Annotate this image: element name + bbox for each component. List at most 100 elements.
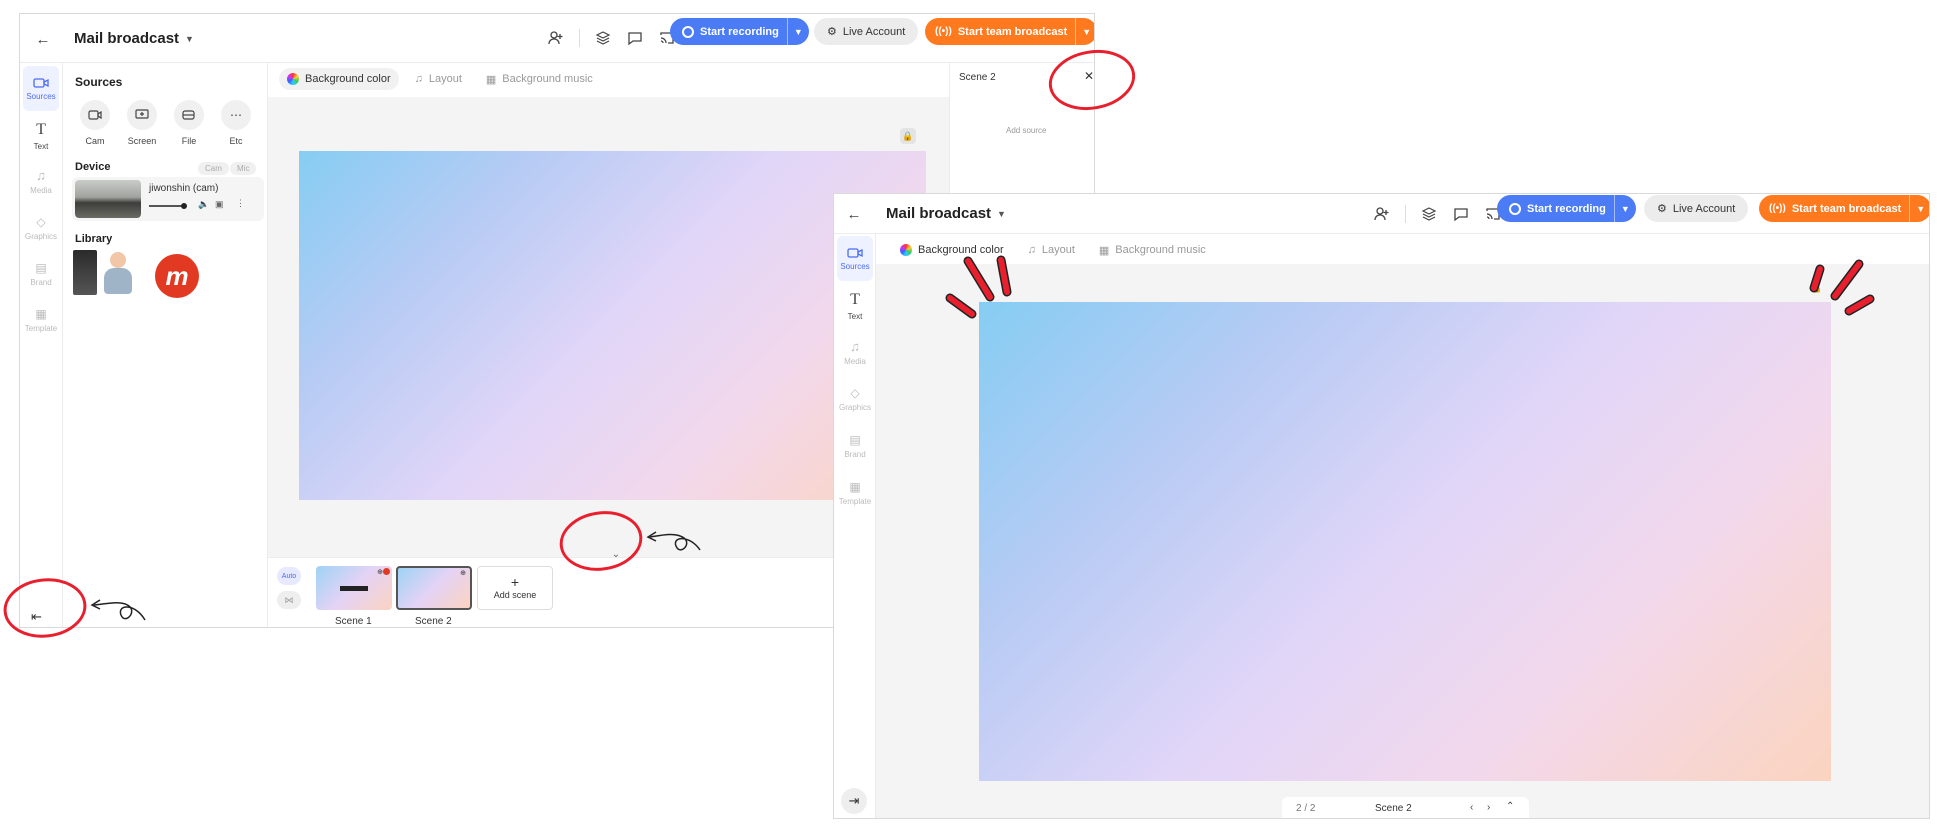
brand-icon: ▤ [849, 432, 861, 447]
chevron-down-icon[interactable]: ▼ [1075, 18, 1094, 45]
rail-item-graphics[interactable]: ◇ Graphics [837, 376, 873, 421]
chevron-up-icon[interactable]: ⌃ [1506, 801, 1514, 812]
device-name: jiwonshin (cam) [149, 183, 219, 194]
broadcast-icon: ((•)) [935, 26, 952, 37]
more-icon: ⋯ [230, 108, 242, 122]
slider-knob[interactable] [181, 203, 187, 209]
top-bar: ← Mail broadcast ▼ Start recording ▼ ⚙ L… [834, 194, 1929, 234]
add-source-link[interactable]: Add source [1006, 126, 1046, 135]
more-icon[interactable]: ⋮ [236, 198, 245, 209]
rail-item-graphics[interactable]: ◇ Graphics [23, 205, 59, 250]
chat-icon[interactable] [1452, 205, 1470, 223]
editor-window-expanded-view: ← Mail broadcast ▼ Start recording ▼ ⚙ L… [833, 193, 1930, 819]
page-counter: 2 / 2 [1296, 803, 1316, 814]
add-etc-button[interactable]: ⋯ Etc [216, 100, 256, 146]
rail-item-brand[interactable]: ▤ Brand [23, 251, 59, 296]
layers-icon[interactable] [594, 29, 612, 47]
speaker-icon[interactable]: 🔈 [198, 199, 209, 210]
start-recording-button[interactable]: Start recording ▼ [1497, 195, 1636, 222]
delete-icon[interactable] [383, 568, 390, 575]
add-file-button[interactable]: File [169, 100, 209, 146]
plus-icon: + [510, 574, 520, 590]
start-recording-label: Start recording [700, 25, 779, 38]
scene-canvas[interactable] [979, 302, 1831, 781]
broadcast-title[interactable]: Mail broadcast ▼ [74, 30, 194, 47]
rail-item-sources[interactable]: Sources [837, 236, 873, 281]
add-user-icon[interactable] [1373, 205, 1391, 223]
rail-label: Media [844, 357, 866, 366]
layers-icon[interactable] [1420, 205, 1438, 223]
device-tab-mic[interactable]: Mic [230, 162, 257, 175]
device-tab-cam[interactable]: Cam [198, 162, 229, 175]
text-icon: T [36, 120, 46, 138]
start-team-broadcast-button[interactable]: ((•)) Start team broadcast ▼ [925, 18, 1094, 45]
add-screen-button[interactable]: Screen [122, 100, 162, 146]
start-team-broadcast-button[interactable]: ((•)) Start team broadcast ▼ [1759, 195, 1929, 222]
rail-item-brand[interactable]: ▤ Brand [837, 423, 873, 468]
rail-label: Brand [30, 277, 52, 287]
scene-thumbnail-2[interactable]: ⊕ [396, 566, 472, 610]
scene-1-label: Scene 1 [335, 616, 372, 627]
rail-item-media[interactable]: ♫ Media [837, 330, 873, 375]
rail-item-sources[interactable]: Sources [23, 66, 59, 111]
next-scene-icon[interactable]: › [1487, 802, 1490, 813]
music-note-icon: ♫ [414, 73, 423, 85]
chevron-down-icon[interactable]: ▼ [1613, 195, 1636, 222]
background-color-tab[interactable]: Background color [279, 68, 399, 90]
rail-label: Graphics [24, 231, 57, 241]
scene-name: Scene 2 [1375, 803, 1412, 814]
video-icon[interactable]: ▣ [215, 199, 224, 210]
camera-preview-thumbnail [75, 180, 141, 218]
broadcast-title-text: Mail broadcast [886, 205, 992, 222]
chevron-down-icon[interactable]: ▼ [1909, 195, 1929, 222]
back-button[interactable]: ← [32, 28, 54, 50]
prev-scene-icon[interactable]: ‹ [1470, 802, 1473, 813]
rail-item-media[interactable]: ♫ Media [23, 159, 59, 204]
back-button[interactable]: ← [843, 203, 865, 225]
live-account-button[interactable]: ⚙ Live Account [1644, 195, 1749, 222]
library-item-avatar[interactable] [100, 250, 138, 295]
scene-thumbnail-1[interactable]: ⊕ [316, 566, 392, 610]
auto-toggle[interactable]: Auto [277, 567, 301, 585]
device-card[interactable]: jiwonshin (cam) 🔈 ▣ ⋮ [72, 177, 264, 221]
background-music-tab[interactable]: ▦ Background music [478, 68, 601, 90]
close-icon[interactable]: ✕ [1084, 69, 1094, 83]
add-user-icon[interactable] [547, 29, 565, 47]
chat-icon[interactable] [626, 29, 644, 47]
collapse-panel-button[interactable]: ⇤ [31, 609, 42, 625]
broadcast-icon: ((•)) [1769, 203, 1786, 214]
scene-canvas[interactable] [299, 151, 926, 500]
add-cam-button[interactable]: Cam [75, 100, 115, 146]
rail-item-text[interactable]: T Text [23, 113, 59, 158]
background-color-tab[interactable]: Background color [892, 239, 1012, 261]
live-account-button[interactable]: ⚙ Live Account [814, 18, 919, 45]
text-icon: T [850, 290, 860, 308]
transition-toggle[interactable]: ⋈ [277, 591, 301, 609]
chevron-down-icon[interactable]: ▼ [786, 18, 809, 45]
layout-tab[interactable]: ♫ Layout [407, 68, 470, 90]
team-broadcast-label: Start team broadcast [957, 25, 1068, 38]
zoom-icon[interactable]: ⊕ [460, 569, 466, 577]
lock-icon[interactable]: 🔒 [900, 128, 916, 144]
rail-item-template[interactable]: ▦ Template [23, 297, 59, 342]
rail-item-text[interactable]: T Text [837, 283, 873, 328]
expand-panel-button[interactable]: ⇥ [841, 788, 867, 814]
library-item-m-logo[interactable]: m [155, 254, 199, 298]
file-icon [182, 110, 195, 120]
start-recording-label: Start recording [1527, 202, 1606, 215]
layout-icon: ▦ [485, 73, 497, 86]
record-icon [682, 25, 694, 38]
background-music-tab[interactable]: ▦ Background music [1091, 239, 1214, 261]
add-scene-button[interactable]: + Add scene [477, 566, 553, 610]
sources-title: Sources [75, 75, 123, 89]
rail-item-template[interactable]: ▦ Template [837, 470, 873, 515]
library-item-photo[interactable] [73, 250, 97, 295]
live-account-label: Live Account [842, 25, 906, 38]
layout-tab[interactable]: ♫ Layout [1020, 239, 1083, 261]
volume-slider[interactable] [149, 203, 187, 209]
rail-label: Text [847, 311, 863, 321]
broadcast-title[interactable]: Mail broadcast ▼ [886, 205, 1006, 222]
start-recording-button[interactable]: Start recording ▼ [670, 18, 809, 45]
library-title: Library [75, 233, 113, 245]
lock-icon[interactable]: 🔒 [1812, 284, 1824, 296]
